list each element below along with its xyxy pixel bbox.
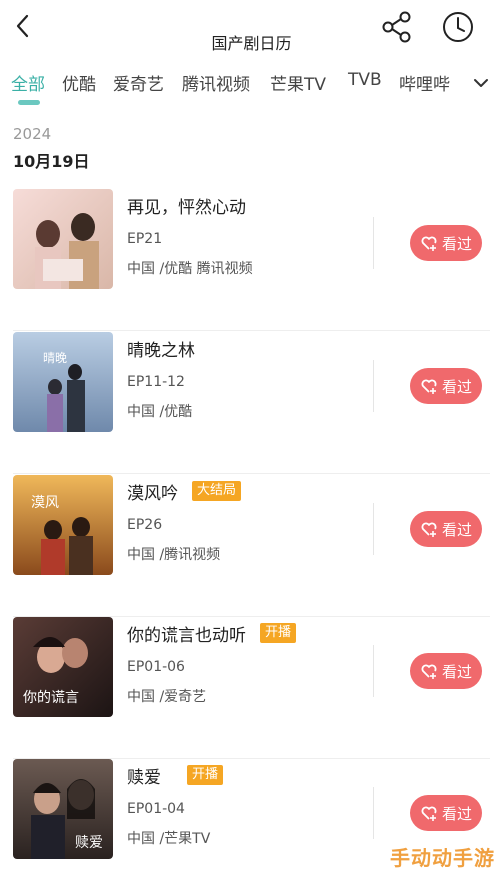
poster-image: 你的谎言 <box>13 617 113 717</box>
date-label: 10月19日 <box>13 152 90 171</box>
divider <box>373 787 374 839</box>
watched-button[interactable]: 看过 <box>410 511 482 547</box>
watched-button[interactable]: 看过 <box>410 653 482 689</box>
watched-label: 看过 <box>441 804 472 823</box>
platform-label: 中国 /腾讯视频 <box>127 547 221 563</box>
list-item[interactable]: 你的谎言 你的谎言也动听 开播 EP01-06 中国 /爱奇艺 看过 <box>0 617 503 759</box>
year-label: 2024 <box>13 125 52 143</box>
watermark: 手动动手游 <box>390 846 495 870</box>
tab-iqiyi[interactable]: 爱奇艺 <box>113 70 164 95</box>
list-item[interactable]: 漠风 漠风吟 大结局 EP26 中国 /腾讯视频 看过 <box>0 475 503 617</box>
poster-image <box>13 189 113 289</box>
share-button[interactable] <box>380 10 414 44</box>
divider <box>373 217 374 269</box>
watched-button[interactable]: 看过 <box>410 795 482 831</box>
tab-all[interactable]: 全部 <box>11 70 45 95</box>
drama-title: 你的谎言也动听 <box>127 625 246 646</box>
tab-bilibili[interactable]: 哔哩哔 <box>399 70 450 95</box>
drama-title: 再见，怦然心动 <box>127 197 246 218</box>
watched-button[interactable]: 看过 <box>410 225 482 261</box>
drama-title: 漠风吟 <box>127 483 178 504</box>
status-badge: 大结局 <box>192 481 242 501</box>
watched-label: 看过 <box>441 377 472 396</box>
top-bar: 国产剧日历 <box>0 0 503 62</box>
tab-tencent[interactable]: 腾讯视频 <box>182 70 250 95</box>
poster-image: 晴晚 <box>13 332 113 432</box>
divider <box>373 645 374 697</box>
page-title: 国产剧日历 <box>211 34 292 53</box>
tab-mango[interactable]: 芒果TV <box>270 70 326 95</box>
heart-plus-icon <box>421 522 437 537</box>
platform-tabs: 全部 优酷 爱奇艺 腾讯视频 芒果TV TVB 哔哩哔 <box>0 62 503 108</box>
svg-text:漠风: 漠风 <box>31 495 59 511</box>
platform-label: 中国 /优酷 <box>127 404 193 420</box>
history-button[interactable] <box>441 10 475 44</box>
divider <box>373 503 374 555</box>
episode-label: EP26 <box>127 517 163 533</box>
watched-label: 看过 <box>441 520 472 539</box>
heart-plus-icon <box>421 664 437 679</box>
drama-title: 赎爱 <box>127 767 161 788</box>
share-icon <box>382 11 411 43</box>
tab-youku[interactable]: 优酷 <box>62 70 96 95</box>
poster-image: 漠风 <box>13 475 113 575</box>
status-badge: 开播 <box>187 765 224 785</box>
status-badge: 开播 <box>260 623 297 643</box>
heart-plus-icon <box>421 379 437 394</box>
watched-label: 看过 <box>441 662 472 681</box>
episode-label: EP11-12 <box>127 374 185 390</box>
platform-label: 中国 /优酷 腾讯视频 <box>127 261 253 277</box>
episode-label: EP01-06 <box>127 659 185 675</box>
svg-text:晴晚: 晴晚 <box>43 351 67 365</box>
chevron-down-icon <box>474 79 488 87</box>
list-item[interactable]: 晴晚 晴晚之林 EP11-12 中国 /优酷 看过 <box>0 332 503 474</box>
active-tab-indicator <box>18 100 40 105</box>
separator <box>13 473 490 474</box>
platform-label: 中国 /芒果TV <box>127 831 211 847</box>
drama-title: 晴晚之林 <box>127 340 195 361</box>
poster-image: 赎爱 <box>13 759 113 859</box>
list-item[interactable]: 再见，怦然心动 EP21 中国 /优酷 腾讯视频 看过 <box>0 189 503 331</box>
svg-text:赎爱: 赎爱 <box>75 834 103 851</box>
separator <box>13 330 490 331</box>
tabs-expand-button[interactable] <box>470 72 492 94</box>
divider <box>373 360 374 412</box>
svg-text:你的谎言: 你的谎言 <box>23 690 79 706</box>
platform-label: 中国 /爱奇艺 <box>127 689 207 705</box>
episode-label: EP21 <box>127 231 163 247</box>
clock-icon <box>443 12 473 42</box>
episode-label: EP01-04 <box>127 801 185 817</box>
watched-button[interactable]: 看过 <box>410 368 482 404</box>
heart-plus-icon <box>421 236 437 251</box>
tab-tvb[interactable]: TVB <box>348 70 382 90</box>
watched-label: 看过 <box>441 234 472 253</box>
heart-plus-icon <box>421 806 437 821</box>
